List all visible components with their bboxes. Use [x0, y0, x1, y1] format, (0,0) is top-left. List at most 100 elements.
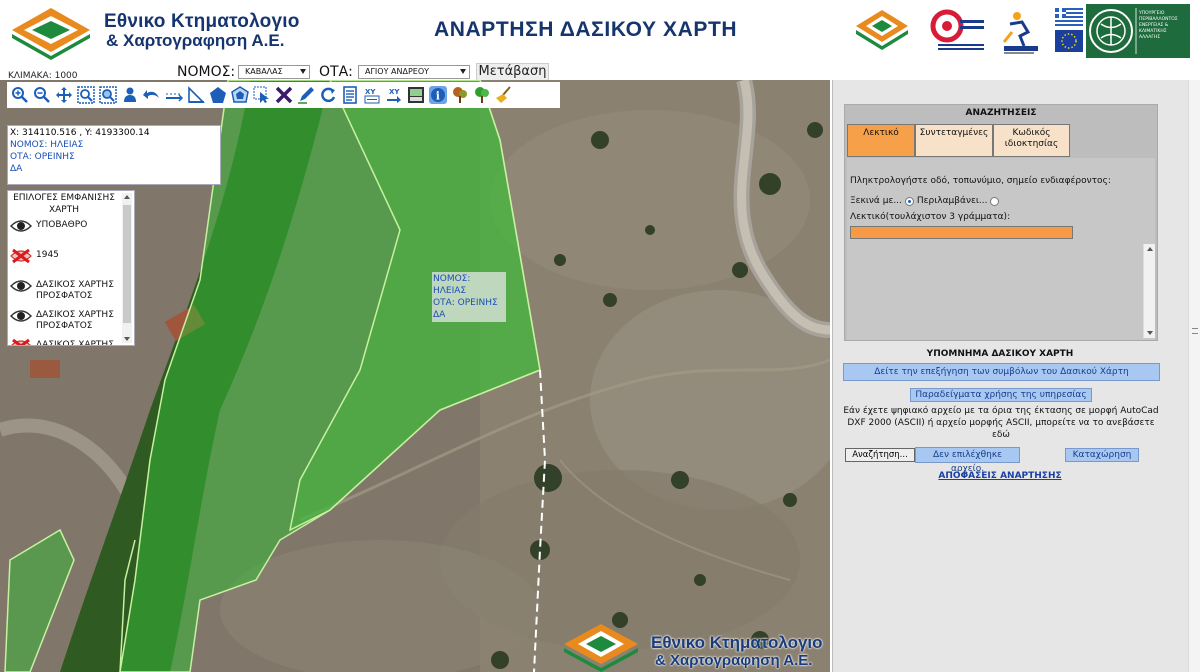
scroll-down-icon[interactable]: [124, 337, 130, 341]
coords-nomos: ΝΟΜΟΣ: ΗΛΕΙΑΣ: [10, 140, 84, 150]
identify-person-icon[interactable]: [119, 84, 141, 106]
coordinates-box: X: 314110.516 , Y: 4193300.14 ΝΟΜΟΣ: ΗΛΕ…: [7, 125, 221, 185]
pencil-icon[interactable]: [295, 84, 317, 106]
chevron-down-icon: [300, 69, 306, 74]
star-shape-icon[interactable]: [229, 84, 251, 106]
register-button[interactable]: Καταχώρηση: [1065, 448, 1139, 462]
layer-label: ΔΑΣΙΚΟΣ ΧΑΡΤΗΣ ΠΡΟΣΦΑΤΟΣ: [36, 280, 114, 301]
file-status: Δεν επιλέχθηκε αρχείο.: [915, 447, 1020, 474]
svg-text:i: i: [436, 90, 440, 103]
hidden-x-icon[interactable]: [10, 248, 32, 264]
layer-label: ΔΑΣΙΚΟΣ ΧΑΡΤΗΣ ΠΡΟΣΦΑΤΟΣ: [36, 310, 114, 331]
map-label-nomos: ΝΟΜΟΣ: ΗΛΕΙΑΣ: [433, 274, 471, 296]
hidden-x-icon[interactable]: [10, 338, 32, 346]
layers-panel: ΕΠΙΛΟΓΕΣ ΕΜΦΑΝΙΣΗΣ ΧΑΡΤΗ ΥΠΟΒΑΘΡΟ 1945 Δ…: [7, 190, 135, 346]
watermark-line-2: & Χαρτογραφηση Α.Ε.: [655, 652, 813, 669]
measure-tool-icon[interactable]: [185, 84, 207, 106]
map-toolbar: XY XY i: [7, 82, 560, 108]
tree-green-icon[interactable]: [471, 84, 493, 106]
clear-x-icon[interactable]: [273, 84, 295, 106]
layer-item[interactable]: ΥΠΟΒΑΘΡΟ: [8, 216, 124, 246]
radio-contains-label: Περιλαμβάνει...: [916, 196, 988, 206]
polygon-icon[interactable]: [207, 84, 229, 106]
svg-text:ΥΠΟΥΡΓΕΙΟ: ΥΠΟΥΡΓΕΙΟ: [1138, 10, 1165, 16]
legend-title: ΥΠΟΜΝΗΜΑ ΔΑΣΙΚΟΥ ΧΑΡΤΗ: [926, 349, 1074, 359]
scroll-down-icon[interactable]: [1147, 331, 1153, 335]
legend-explanation-button[interactable]: Δείτε την επεξήγηση των συμβόλων του Δασ…: [843, 363, 1160, 381]
layers-scrollbar[interactable]: [122, 193, 132, 343]
zoom-extent-icon[interactable]: [97, 84, 119, 106]
tree-brown-icon[interactable]: [449, 84, 471, 106]
search-prompt: Πληκτρολογήστε οδό, τοπωνύμιο, σημείο εν…: [850, 176, 1111, 186]
scroll-up-icon[interactable]: [124, 195, 130, 199]
svg-text:ΕΝΕΡΓΕΙΑΣ &: ΕΝΕΡΓΕΙΑΣ &: [1139, 22, 1169, 28]
back-icon[interactable]: [141, 84, 163, 106]
nomos-select[interactable]: ΚΑΒΑΛΑΣ: [238, 65, 310, 79]
measure-line-icon[interactable]: [163, 84, 185, 106]
zoom-in-icon[interactable]: [9, 84, 31, 106]
word-label: Λεκτικό(τουλάχιστον 3 γράμματα):: [850, 212, 1011, 222]
at-sign-logo: [930, 6, 986, 56]
search-results-list[interactable]: [850, 244, 1155, 340]
scroll-grip-icon[interactable]: [1192, 328, 1198, 334]
ktimatologio-logo: [12, 8, 90, 60]
watermark-text: Εθνικο Κτηματολογιο & Χαρτογραφηση Α.Ε.: [651, 634, 823, 670]
eye-icon[interactable]: [10, 278, 32, 294]
eye-icon[interactable]: [10, 218, 32, 234]
usage-examples-button[interactable]: Παραδείγματα χρήσης της υπηρεσίας: [910, 388, 1092, 402]
search-word-input[interactable]: [850, 226, 1073, 239]
pan-icon[interactable]: [53, 84, 75, 106]
header: Εθνικο Κτηματολογιο & Χαρτογραφηση Α.Ε. …: [0, 0, 1200, 66]
map-view[interactable]: XY XY i X: 314110.516 , Y: 4193300.14 ΝΟ…: [0, 80, 830, 672]
map-label-extra: ΔΑ: [433, 310, 446, 320]
eu-flag: [1055, 30, 1083, 52]
browse-file-button[interactable]: Αναζήτηση...: [845, 448, 915, 462]
ota-select[interactable]: ΑΓΙΟΥ ΑΝΔΡΕΟΥ: [358, 65, 470, 79]
page-scrollbar[interactable]: [1188, 80, 1200, 672]
zoom-box-icon[interactable]: [75, 84, 97, 106]
svg-text:ΑΛΛΑΓΗΣ: ΑΛΛΑΓΗΣ: [1139, 34, 1160, 40]
watermark-line-1: Εθνικο Κτηματολογιο: [651, 633, 823, 652]
tab-syntetagmenes[interactable]: Συντεταγμένες: [915, 124, 993, 157]
decisions-link[interactable]: ΑΠΟΦΑΣΕΙΣ ΑΝΑΡΤΗΣΗΣ: [833, 471, 1167, 481]
go-button[interactable]: Μετάβαση: [476, 63, 549, 81]
upload-instructions: Εάν έχετε ψηφιακό αρχείο με τα όρια της …: [843, 406, 1159, 440]
layer-item[interactable]: ΔΑΣΙΚΟΣ ΧΑΡΤΗΣ ΠΡΟΣΦΑΤΟΣ: [8, 306, 124, 336]
radio-contains[interactable]: [990, 196, 1000, 206]
partner-logos: ΥΠΟΥΡΓΕΙΟ ΠΕΡΙΒΑΛΛΟΝΤΟΣ ΕΝΕΡΓΕΙΑΣ & ΚΛΙΜ…: [856, 4, 1190, 58]
layer-label: ΔΑΣΙΚΟΣ ΧΑΡΤΗΣ: [36, 340, 114, 346]
svg-text:ΠΕΡΙΒΑΛΛΟΝΤΟΣ: ΠΕΡΙΒΑΛΛΟΝΤΟΣ: [1139, 16, 1178, 22]
search-mode-radios: Ξεκινά με... Περιλαμβάνει...: [850, 196, 1000, 206]
coords-extra: ΔΑ: [10, 164, 23, 174]
greek-flag: [1055, 8, 1083, 26]
search-title: ΑΝΑΖΗΤΗΣΕΙΣ: [965, 108, 1037, 118]
nomos-label: ΝΟΜΟΣ:: [177, 64, 236, 80]
info-icon[interactable]: i: [427, 84, 449, 106]
results-scrollbar[interactable]: [1143, 244, 1155, 338]
layer-item[interactable]: 1945: [8, 246, 124, 276]
map-label-ota: ΟΤΑ: ΟΡΕΙΝΗΣ: [433, 298, 498, 308]
layer-item[interactable]: ΔΑΣΙΚΟΣ ΧΑΡΤΗΣ ΠΡΟΣΦΑΤΟΣ: [8, 276, 124, 306]
radio-starts-with[interactable]: [904, 196, 914, 206]
xy-goto-icon[interactable]: XY: [361, 84, 383, 106]
ministry-logo: ΥΠΟΥΡΓΕΙΟ ΠΕΡΙΒΑΛΛΟΝΤΟΣ ΕΝΕΡΓΕΙΑΣ & ΚΛΙΜ…: [1086, 4, 1190, 58]
refresh-icon[interactable]: [317, 84, 339, 106]
xy-export-icon[interactable]: XY: [383, 84, 405, 106]
scroll-up-icon[interactable]: [1147, 247, 1153, 251]
layer-label: 1945: [36, 250, 59, 260]
broom-icon[interactable]: [493, 84, 515, 106]
search-body: Πληκτρολογήστε οδό, τοπωνύμιο, σημείο εν…: [847, 158, 1155, 340]
scroll-thumb[interactable]: [123, 205, 131, 323]
ota-label: ΟΤΑ:: [319, 64, 353, 80]
logo-line-1: Εθνικο Κτηματολογιο: [104, 11, 300, 32]
eye-icon[interactable]: [10, 308, 32, 324]
zoom-out-icon[interactable]: [31, 84, 53, 106]
tab-lektiko[interactable]: Λεκτικό: [847, 124, 915, 157]
layer-item[interactable]: ΔΑΣΙΚΟΣ ΧΑΡΤΗΣ: [8, 336, 124, 346]
report-icon[interactable]: [339, 84, 361, 106]
select-arrow-icon[interactable]: [251, 84, 273, 106]
search-tabs: Λεκτικό Συντεταγμένες Κωδικός ιδιοκτησία…: [847, 124, 1070, 157]
tab-kodikos-idioktisias[interactable]: Κωδικός ιδιοκτησίας: [993, 124, 1070, 157]
print-icon[interactable]: [405, 84, 427, 106]
map-watermark: Εθνικο Κτηματολογιο & Χαρτογραφηση Α.Ε.: [556, 620, 830, 672]
